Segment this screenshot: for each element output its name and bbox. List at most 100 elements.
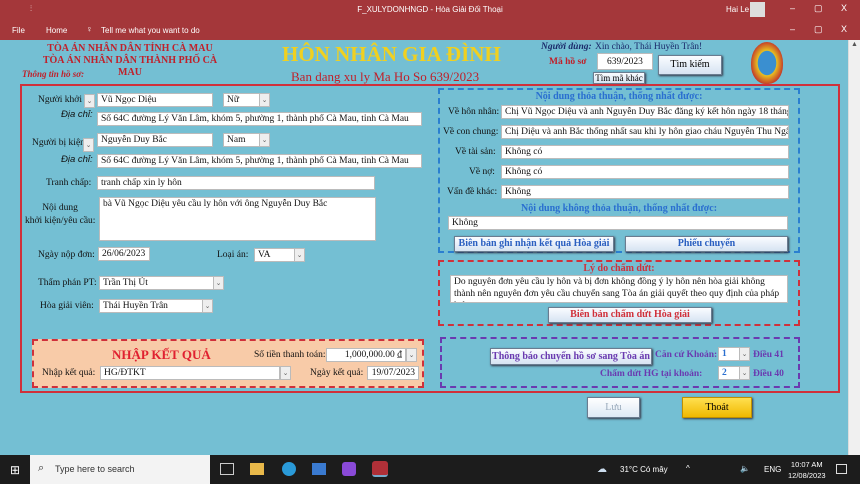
defendant-gender-select[interactable]: Nam [223, 133, 260, 147]
user-label: Người dùng: [541, 42, 592, 52]
tray-chevron-icon[interactable]: ^ [686, 464, 690, 473]
amount-dropdown[interactable]: ⌄ [406, 348, 417, 362]
search-icon: ⌕ [38, 462, 45, 474]
scroll-up-icon[interactable]: ▲ [849, 40, 860, 48]
termination-record-button[interactable]: Biên bản chấm dứt Hòa giải [548, 307, 712, 323]
termination-reason-input[interactable]: Do nguyên đơn yêu cầu ly hôn và bị đơn k… [450, 275, 788, 303]
amount-label: Số tiền thanh toán: [254, 350, 326, 360]
mediator-select[interactable]: Thái Huyền Trân [99, 299, 204, 313]
edge-icon[interactable] [282, 462, 296, 476]
plaintiff-name-input[interactable]: Vũ Ngọc Diệu [97, 93, 213, 107]
minimize-doc-button[interactable]: – [790, 24, 795, 34]
defendant-address-input[interactable]: Số 64C đường Lý Văn Lâm, khóm 5, phường … [97, 154, 422, 168]
content-label: Nội dung khởi kiện/yêu cầu: [25, 202, 95, 228]
find-other-button[interactable]: Tìm mã khác [593, 72, 645, 84]
mediation-record-button[interactable]: Biên bản ghi nhận kết quả Hòa giải [454, 236, 614, 252]
defendant-gender-dropdown[interactable]: ⌄ [259, 133, 270, 147]
plaintiff-gender-select[interactable]: Nữ [223, 93, 260, 107]
result-label: Nhập kết quả: [42, 368, 96, 378]
access-app-icon[interactable] [372, 461, 388, 477]
restore-doc-button[interactable]: ▢ [814, 24, 823, 35]
task-view-icon[interactable] [220, 463, 234, 475]
clause-dropdown[interactable]: ⌄ [739, 347, 750, 361]
tell-me-search[interactable]: Tell me what you want to do [101, 26, 200, 35]
close-doc-button[interactable]: X [841, 24, 847, 34]
minimize-button[interactable]: – [790, 3, 795, 13]
notification-icon[interactable] [836, 464, 847, 474]
user-greeting: Xin chào, Thái Huyền Trân! [595, 42, 703, 52]
result-date-input[interactable]: 19/07/2023 [367, 366, 419, 380]
dispute-input[interactable]: tranh chấp xin ly hôn [97, 176, 375, 190]
file-tab[interactable]: File [12, 26, 25, 35]
language-indicator[interactable]: ENG [764, 465, 781, 474]
result-date-label: Ngày kết quả: [310, 368, 364, 378]
case-type-select[interactable]: VA [254, 248, 296, 262]
amount-input[interactable]: 1,000,000.00 ₫ [326, 348, 406, 362]
case-type-dropdown[interactable]: ⌄ [294, 248, 305, 262]
plaintiff-address-label: Địa chỉ: [61, 109, 93, 120]
store-icon[interactable] [312, 463, 326, 475]
defendant-role-dropdown[interactable]: ⌄ [83, 138, 94, 152]
result-panel: NHẬP KẾT QUẢ Số tiền thanh toán: 1,000,0… [32, 339, 424, 388]
plaintiff-address-input[interactable]: Số 64C đường Lý Văn Lâm, khóm 5, phường … [97, 112, 422, 126]
defendant-name-input[interactable]: Nguyễn Duy Bắc [97, 133, 213, 147]
judge-select[interactable]: Trần Thị Út [99, 276, 215, 290]
dispute-label: Tranh chấp: [46, 178, 92, 188]
plaintiff-role-dropdown[interactable]: ⌄ [84, 94, 95, 108]
case-info-label: Thông tin hồ sơ: [22, 69, 85, 79]
disagreed-title: Nội dung không thỏa thuận, thống nhất đư… [520, 203, 718, 214]
termination-panel: Lý do chấm dứt: Do nguyên đơn yêu cầu ly… [438, 260, 800, 326]
form-area: TÒA ÁN NHÂN DÂN TỈNH CÀ MAU TÒA ÁN NHÂN … [0, 40, 848, 455]
termination-title: Lý do chấm dứt: [583, 263, 655, 274]
taskbar-search[interactable]: ⌕ Type here to search [30, 455, 210, 484]
mediator-dropdown[interactable]: ⌄ [202, 299, 213, 313]
weather-text[interactable]: 31°C Có mây [620, 465, 668, 474]
clock-date: 12/08/2023 [788, 471, 826, 480]
disagreed-input[interactable]: Không [448, 216, 788, 230]
clause-select[interactable]: 1 [718, 347, 740, 361]
end-clause-dropdown[interactable]: ⌄ [739, 366, 750, 380]
close-button[interactable]: X [841, 3, 847, 13]
content-textarea[interactable]: bà Vũ Ngọc Diệu yêu cầu ly hôn với ông N… [99, 197, 376, 241]
end-clause-select[interactable]: 2 [718, 366, 740, 380]
user-name: Hai Le [726, 5, 750, 14]
agreed-panel: Nội dung thỏa thuận, thống nhất được: Về… [438, 88, 800, 253]
filing-date-input[interactable]: 26/06/2023 [98, 247, 150, 261]
debt-label: Về nợ: [469, 167, 495, 177]
file-explorer-icon[interactable] [250, 463, 264, 475]
taskbar: ⊞ ⌕ Type here to search ☁ 31°C Có mây ^ … [0, 455, 860, 484]
debt-input[interactable]: Không có [501, 165, 789, 179]
media-player-icon[interactable] [342, 462, 356, 476]
other-label: Vấn đề khác: [447, 187, 498, 197]
result-title: NHẬP KẾT QUẢ [112, 347, 211, 362]
article-40: Điều 40 [753, 369, 784, 379]
clock[interactable]: 10:07 AM 12/08/2023 [788, 459, 826, 481]
agreed-title: Nội dung thỏa thuận, thống nhất được: [535, 91, 703, 102]
marriage-input[interactable]: Chị Vũ Ngọc Diệu và anh Nguyễn Duy Bắc đ… [501, 105, 789, 119]
children-input[interactable]: Chị Diệu và anh Bắc thống nhất sau khi l… [501, 125, 789, 139]
plaintiff-gender-dropdown[interactable]: ⌄ [259, 93, 270, 107]
maximize-button[interactable]: ▢ [814, 3, 823, 14]
transfer-notice-button[interactable]: Thông báo chuyển hồ sơ sang Tòa án [490, 348, 652, 365]
volume-icon[interactable]: 🔈 [740, 464, 750, 473]
search-button[interactable]: Tìm kiếm [658, 55, 722, 75]
marriage-label: Về hôn nhân: [448, 107, 500, 117]
clock-time: 10:07 AM [790, 460, 823, 469]
result-dropdown[interactable]: ⌄ [280, 366, 291, 380]
windows-start-icon[interactable]: ⊞ [10, 463, 20, 477]
transfer-slip-button[interactable]: Phiếu chuyển [625, 236, 788, 252]
lightbulb-icon: ♀ [86, 24, 93, 34]
home-tab[interactable]: Home [46, 26, 67, 35]
content-label-line1: Nội dung [42, 203, 78, 213]
case-id-label: Mã hồ sơ [549, 57, 587, 67]
vertical-scrollbar[interactable]: ▲ [848, 40, 860, 455]
other-input[interactable]: Không [501, 185, 789, 199]
save-button[interactable]: Lưu [587, 397, 640, 418]
assets-input[interactable]: Không có [501, 145, 789, 159]
judge-dropdown[interactable]: ⌄ [213, 276, 224, 290]
exit-button[interactable]: Thoát [682, 397, 752, 418]
court-emblem-icon [751, 42, 783, 84]
result-select[interactable]: HG/ĐTKT [100, 366, 280, 380]
case-id-input[interactable]: 639/2023 [597, 53, 653, 70]
avatar[interactable] [750, 2, 765, 17]
